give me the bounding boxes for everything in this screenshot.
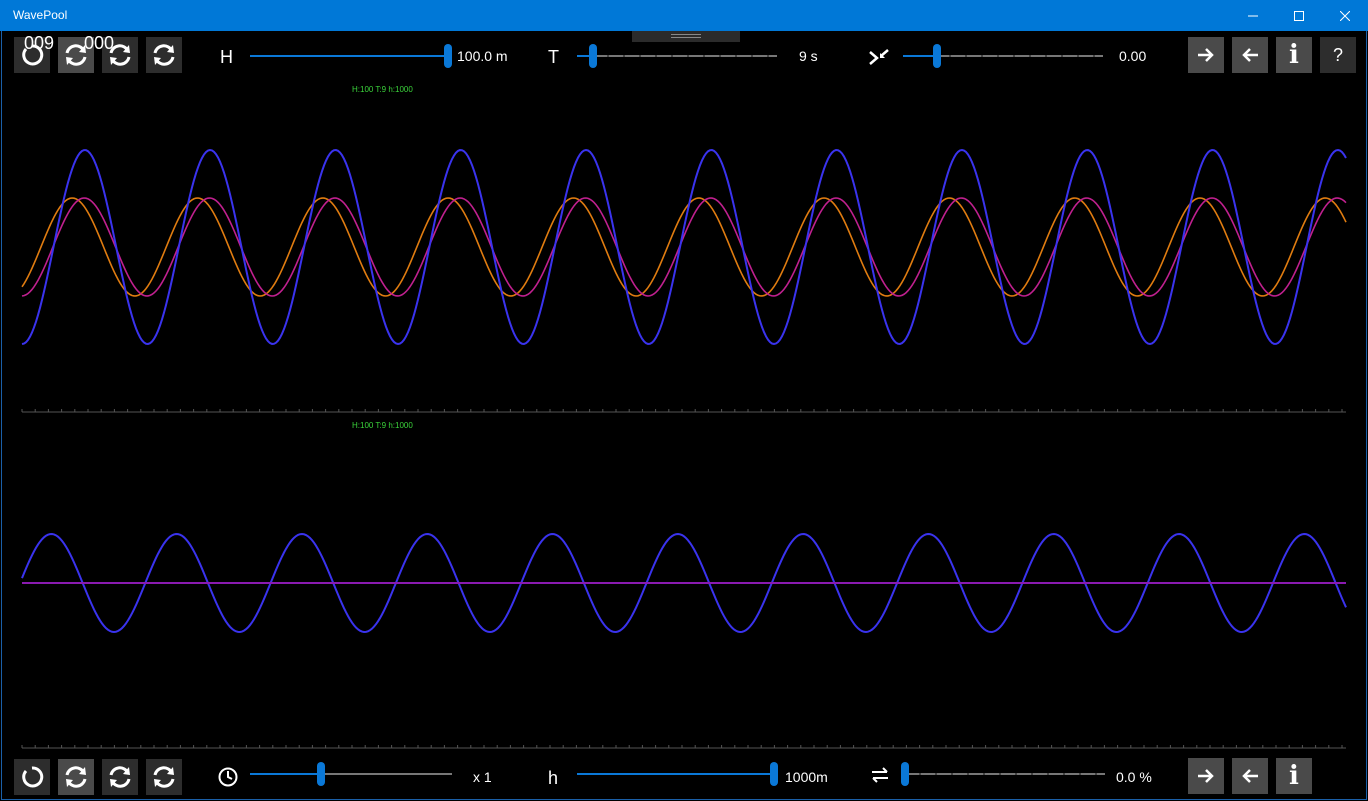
info-button[interactable]: i (1276, 37, 1312, 73)
upper-wave-tag: H:100 T:9 h:1000 (352, 85, 413, 94)
drag-grip[interactable] (632, 31, 740, 42)
speed-slider[interactable] (250, 762, 452, 786)
upper-wave-blue (21, 148, 1347, 346)
bottom-next-button[interactable] (1188, 758, 1224, 794)
clock-icon (217, 766, 239, 793)
fourth-slider[interactable] (901, 762, 1105, 786)
maximize-button[interactable] (1276, 0, 1322, 31)
height-label: H (220, 47, 233, 67)
depth-value: 1000m (785, 769, 828, 785)
transfer-icon (870, 766, 890, 789)
bottom-refresh-button-1[interactable] (58, 759, 94, 795)
bottom-reset-button[interactable] (14, 759, 50, 795)
fourth-value: 0.0 % (1116, 769, 1152, 785)
lower-axis (21, 745, 1346, 749)
arrow-left-icon (1242, 769, 1258, 783)
period-slider[interactable] (577, 44, 777, 68)
counter-left: 009 (24, 33, 55, 53)
refresh-icon (153, 44, 175, 66)
window-title: WavePool (13, 8, 68, 22)
speed-value: x 1 (473, 769, 492, 785)
title-bar: WavePool (0, 0, 1368, 31)
depth-slider[interactable] (577, 762, 778, 786)
third-value: 0.00 (1119, 48, 1147, 64)
bottom-prev-button[interactable] (1232, 758, 1268, 794)
next-button[interactable] (1188, 37, 1224, 73)
minimize-icon (1248, 15, 1258, 16)
maximize-icon (1294, 10, 1304, 21)
close-icon (1340, 10, 1350, 21)
period-label: T (548, 47, 559, 67)
height-slider[interactable] (250, 44, 452, 68)
help-button[interactable]: ? (1320, 37, 1356, 73)
bottom-info-button[interactable]: i (1276, 758, 1312, 794)
prev-button[interactable] (1232, 37, 1268, 73)
close-button[interactable] (1322, 0, 1368, 31)
bottom-refresh-button-3[interactable] (146, 759, 182, 795)
depth-label: h (548, 768, 559, 788)
upper-axis (21, 409, 1346, 413)
refresh-icon (109, 766, 131, 788)
reset-icon (22, 766, 44, 788)
app-content: 009 000 H 100.0 m T 9 s 0.00 i ? H:100 T… (1, 31, 1367, 800)
compress-icon (868, 48, 890, 73)
bottom-refresh-button-2[interactable] (102, 759, 138, 795)
upper-wave-orange (21, 197, 1347, 297)
lower-wave-tag: H:100 T:9 h:1000 (352, 421, 413, 430)
refresh-icon (153, 766, 175, 788)
refresh-icon (65, 766, 87, 788)
height-value: 100.0 m (457, 48, 508, 64)
lower-wave-blue (21, 532, 1347, 634)
third-slider[interactable] (903, 44, 1103, 68)
arrow-right-icon (1198, 769, 1214, 783)
counter-right: 000 (84, 33, 115, 53)
arrow-left-icon (1242, 48, 1258, 62)
arrow-right-icon (1198, 48, 1214, 62)
minimize-button[interactable] (1230, 0, 1276, 31)
refresh-button-3[interactable] (146, 37, 182, 73)
wave-canvas (21, 148, 1347, 749)
upper-wave-magenta (21, 197, 1347, 297)
period-value: 9 s (799, 48, 818, 64)
